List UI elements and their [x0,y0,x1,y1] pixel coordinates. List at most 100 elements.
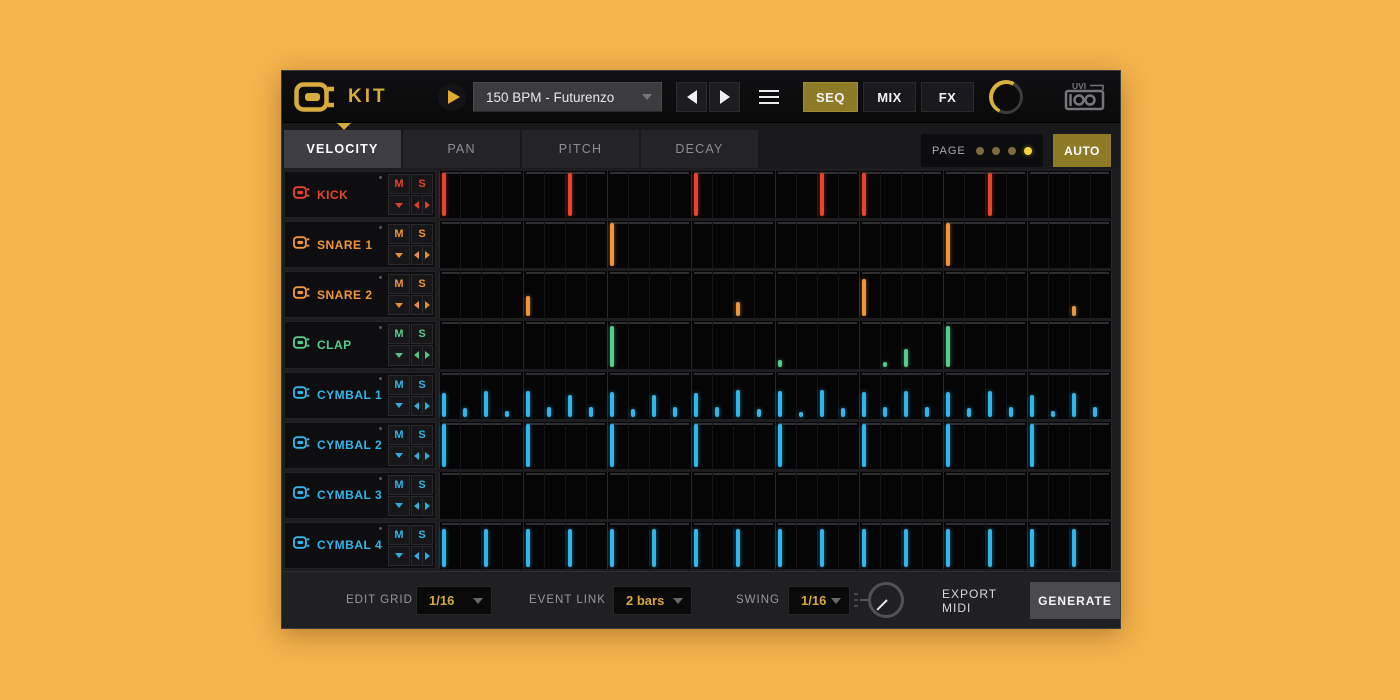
velocity-bar-cymbal-4-24[interactable] [946,529,950,567]
step-cell-snare-1-22[interactable] [902,221,923,268]
step-cell-cymbal-2-3[interactable] [503,422,523,469]
step-cell-cymbal-4-3[interactable] [503,522,523,569]
velocity-bar-cymbal-4-26[interactable] [988,529,992,567]
velocity-bar-cymbal-1-1[interactable] [463,408,467,416]
step-cell-snare-1-19[interactable] [839,221,859,268]
step-cell-cymbal-2-2[interactable] [482,422,503,469]
velocity-bar-cymbal-1-19[interactable] [841,408,845,416]
step-cell-kick-24[interactable] [944,171,965,218]
step-cell-cymbal-1-0[interactable] [440,372,461,419]
velocity-bar-cymbal-1-4[interactable] [526,391,530,416]
page-dot-4[interactable] [1024,147,1032,155]
velocity-bar-cymbal-1-17[interactable] [799,412,803,417]
step-cell-cymbal-1-22[interactable] [902,372,923,419]
step-cell-cymbal-3-2[interactable] [482,472,503,519]
velocity-bar-cymbal-1-0[interactable] [442,393,446,416]
step-cell-cymbal-2-31[interactable] [1091,422,1111,469]
step-cell-kick-5[interactable] [545,171,566,218]
step-cell-cymbal-3-13[interactable] [713,472,734,519]
step-cell-cymbal-3-26[interactable] [986,472,1007,519]
step-cell-cymbal-4-14[interactable] [734,522,755,569]
step-cell-cymbal-1-11[interactable] [671,372,691,419]
step-cell-clap-24[interactable] [944,321,965,368]
step-cell-kick-9[interactable] [629,171,650,218]
edit-grid-dropdown[interactable]: 1/16 [416,586,492,615]
step-cell-cymbal-2-18[interactable] [818,422,839,469]
step-cell-cymbal-4-18[interactable] [818,522,839,569]
step-cell-clap-14[interactable] [734,321,755,368]
step-cell-cymbal-3-22[interactable] [902,472,923,519]
step-cell-snare-1-17[interactable] [797,221,818,268]
step-cell-clap-30[interactable] [1070,321,1091,368]
mute-button-cymbal-3[interactable]: M [388,475,410,495]
step-cell-snare-1-12[interactable] [692,221,713,268]
step-cell-cymbal-1-5[interactable] [545,372,566,419]
step-cell-cymbal-3-21[interactable] [881,472,902,519]
step-cell-kick-29[interactable] [1049,171,1070,218]
step-cell-cymbal-2-14[interactable] [734,422,755,469]
track-select-cymbal-2[interactable]: CYMBAL 2 [285,423,386,468]
step-cell-cymbal-4-25[interactable] [965,522,986,569]
step-cell-snare-1-11[interactable] [671,221,691,268]
step-cell-cymbal-4-4[interactable] [524,522,545,569]
step-cell-clap-2[interactable] [482,321,503,368]
swing-dropdown[interactable]: 1/16 [788,586,850,615]
step-cell-snare-2-18[interactable] [818,271,839,318]
step-cell-cymbal-3-15[interactable] [755,472,775,519]
collapse-button-kick[interactable] [388,195,410,215]
step-cell-snare-2-28[interactable] [1028,271,1049,318]
step-cell-kick-28[interactable] [1028,171,1049,218]
velocity-bar-cymbal-1-5[interactable] [547,407,551,417]
tab-velocity[interactable]: VELOCITY [284,130,401,168]
track-select-snare-2[interactable]: SNARE 2 [285,272,386,317]
shift-left-button-snare-2[interactable] [412,296,422,314]
mute-button-snare-2[interactable]: M [388,274,410,294]
step-cell-kick-6[interactable] [566,171,587,218]
step-cell-cymbal-1-31[interactable] [1091,372,1111,419]
step-cell-cymbal-1-23[interactable] [923,372,943,419]
shift-right-button-clap[interactable] [422,346,433,364]
step-cell-cymbal-4-30[interactable] [1070,522,1091,569]
step-cell-snare-2-17[interactable] [797,271,818,318]
velocity-bar-cymbal-1-24[interactable] [946,392,950,416]
step-cell-cymbal-3-16[interactable] [776,472,797,519]
step-cell-kick-30[interactable] [1070,171,1091,218]
collapse-button-cymbal-1[interactable] [388,396,410,416]
step-cell-kick-20[interactable] [860,171,881,218]
step-cell-cymbal-4-2[interactable] [482,522,503,569]
step-cell-snare-1-5[interactable] [545,221,566,268]
step-cell-cymbal-1-9[interactable] [629,372,650,419]
step-cell-cymbal-4-20[interactable] [860,522,881,569]
solo-button-cymbal-4[interactable]: S [411,525,433,545]
step-cell-kick-14[interactable] [734,171,755,218]
step-cell-cymbal-3-30[interactable] [1070,472,1091,519]
step-cell-snare-2-4[interactable] [524,271,545,318]
velocity-bar-cymbal-4-10[interactable] [652,529,656,567]
tab-decay[interactable]: DECAY [641,130,758,168]
step-cell-snare-1-14[interactable] [734,221,755,268]
step-cell-cymbal-1-3[interactable] [503,372,523,419]
step-cell-snare-2-16[interactable] [776,271,797,318]
collapse-button-snare-1[interactable] [388,245,410,265]
step-cell-cymbal-1-28[interactable] [1028,372,1049,419]
step-cell-cymbal-2-1[interactable] [461,422,482,469]
solo-button-cymbal-1[interactable]: S [411,375,433,395]
step-cell-cymbal-2-20[interactable] [860,422,881,469]
step-cell-snare-2-10[interactable] [650,271,671,318]
step-cell-cymbal-2-5[interactable] [545,422,566,469]
shift-right-button-snare-1[interactable] [422,246,433,264]
step-cell-cymbal-2-30[interactable] [1070,422,1091,469]
step-cell-cymbal-4-26[interactable] [986,522,1007,569]
velocity-bar-cymbal-4-12[interactable] [694,529,698,567]
step-cell-snare-2-11[interactable] [671,271,691,318]
velocity-bar-cymbal-1-9[interactable] [631,409,635,417]
velocity-bar-clap-16[interactable] [778,360,782,366]
velocity-bar-cymbal-2-28[interactable] [1030,424,1034,467]
step-cell-snare-2-25[interactable] [965,271,986,318]
step-cell-kick-3[interactable] [503,171,523,218]
step-cell-cymbal-2-19[interactable] [839,422,859,469]
step-cell-kick-22[interactable] [902,171,923,218]
step-cell-cymbal-2-28[interactable] [1028,422,1049,469]
step-cell-snare-1-7[interactable] [587,221,607,268]
step-cell-clap-5[interactable] [545,321,566,368]
